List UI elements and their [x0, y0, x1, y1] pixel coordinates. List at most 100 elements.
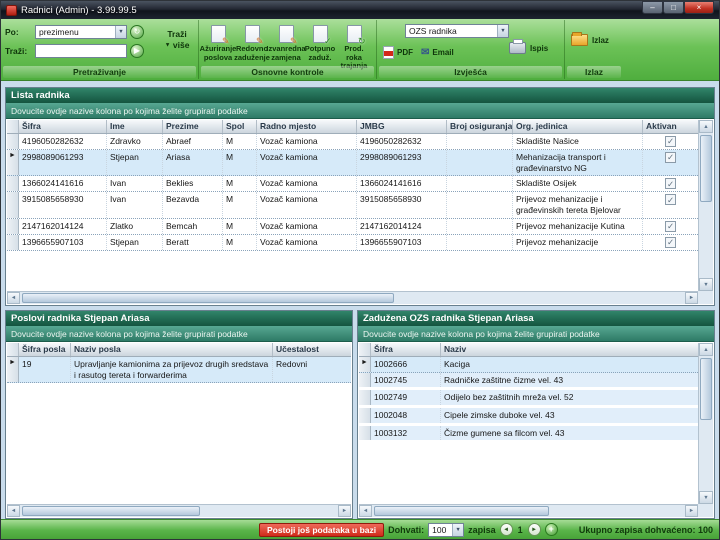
- scroll-left-button[interactable]: ◄: [7, 292, 20, 304]
- minimize-button[interactable]: –: [642, 1, 663, 14]
- scrollbar-track[interactable]: [699, 133, 713, 278]
- table-row[interactable]: 1366024141616 Ivan Beklies M Vozač kamio…: [7, 176, 698, 193]
- column-header-org-jedinica[interactable]: Org. jedinica: [513, 120, 643, 133]
- header-gutter: [359, 343, 371, 356]
- table-row[interactable]: 1003132 Čizme gumene sa filcom vel. 43: [359, 425, 698, 444]
- table-row-selected[interactable]: ► 19 Upravljanje kamionima za prijevoz d…: [7, 357, 351, 384]
- table-row[interactable]: 4196050282632 Zdravko Abraef M Vozač kam…: [7, 134, 698, 150]
- app-icon[interactable]: [6, 4, 17, 16]
- active-checkbox[interactable]: ✓: [665, 194, 676, 206]
- active-checkbox[interactable]: ✓: [665, 152, 676, 163]
- email-icon: ✉: [421, 46, 430, 58]
- records-label: zapisa: [468, 524, 496, 535]
- table-row[interactable]: 3915085658930 Ivan Bezavda M Vozač kamio…: [7, 192, 698, 219]
- column-header-naziv-posla[interactable]: Naziv posla: [71, 343, 273, 356]
- vertical-scrollbar[interactable]: ▲ ▼: [698, 120, 713, 291]
- scroll-down-button[interactable]: ▼: [699, 278, 713, 291]
- horizontal-scrollbar[interactable]: ◄ ►: [7, 291, 698, 304]
- header-gutter: [7, 120, 19, 133]
- exit-button[interactable]: Izlaz: [571, 32, 609, 46]
- print-button[interactable]: Ispis: [509, 39, 548, 54]
- column-header-sifra-posla[interactable]: Šifra posla: [19, 343, 71, 356]
- scroll-down-button[interactable]: ▼: [699, 491, 713, 504]
- table-row-selected[interactable]: ► 1002666 Kaciga: [359, 357, 698, 373]
- search-by-select[interactable]: prezimenu ▼: [35, 25, 127, 39]
- search-go-button[interactable]: ▶: [130, 44, 144, 58]
- search-more-button[interactable]: Traži ▼ više: [156, 29, 198, 52]
- table-row[interactable]: 1396655907103 Stjepan Beratt M Vozač kam…: [7, 234, 698, 251]
- column-header-ucestalost[interactable]: Učestalost: [273, 343, 351, 356]
- column-header-ime[interactable]: Ime: [107, 120, 163, 133]
- refresh-button[interactable]: ↻: [130, 25, 144, 39]
- jobs-group-by-bar[interactable]: Dovucite ovdje nazive kolona po kojima ž…: [6, 326, 352, 342]
- column-header-prezime[interactable]: Prezime: [163, 120, 223, 133]
- column-header-radno-mjesto[interactable]: Radno mjesto: [257, 120, 357, 133]
- scroll-up-button[interactable]: ▲: [699, 120, 713, 133]
- workers-group-by-bar[interactable]: Dovucite ovdje nazive kolona po kojima ž…: [6, 103, 714, 119]
- jobs-table: Šifra posla Naziv posla Učestalost ► 19 …: [7, 343, 351, 504]
- table-row[interactable]: 1002745 Radničke zaštitne čizme vel. 43: [359, 372, 698, 391]
- column-header-spol[interactable]: Spol: [223, 120, 257, 133]
- active-checkbox[interactable]: ✓: [665, 236, 676, 248]
- row-gutter: [359, 425, 371, 441]
- scrollbar-thumb[interactable]: [22, 293, 395, 303]
- table-row-selected[interactable]: ► 2998089061293 Stjepan Ariasa M Vozač k…: [7, 150, 698, 177]
- horizontal-scrollbar[interactable]: ◄ ►: [359, 504, 698, 517]
- email-button[interactable]: ✉ Email: [421, 46, 454, 58]
- prev-page-button[interactable]: ◄: [499, 523, 513, 536]
- extend-expiry-button[interactable]: ↻ Prod. roka trajanja: [337, 22, 371, 71]
- scrollbar-track[interactable]: [20, 292, 685, 304]
- horizontal-scrollbar[interactable]: ◄ ►: [7, 504, 351, 517]
- search-group-label: Pretraživanje: [3, 66, 196, 78]
- scroll-right-button[interactable]: ►: [685, 505, 698, 517]
- active-checkbox[interactable]: ✓: [665, 136, 676, 147]
- scrollbar-track[interactable]: [699, 356, 713, 491]
- scrollbar-thumb[interactable]: [22, 506, 201, 516]
- scrollbar-track[interactable]: [372, 505, 685, 517]
- table-row[interactable]: 2147162014124 Zlatko Bemcah M Vozač kami…: [7, 218, 698, 235]
- next-page-button[interactable]: ►: [527, 523, 541, 536]
- ozs-group-by-bar[interactable]: Dovucite ovdje nazive kolona po kojima ž…: [358, 326, 714, 342]
- scrollbar-thumb[interactable]: [700, 135, 712, 202]
- regular-assignment-button[interactable]: ✎ Redovno zaduženje: [234, 22, 270, 71]
- maximize-icon: □: [671, 2, 676, 12]
- pdf-button[interactable]: PDF: [383, 46, 413, 59]
- table-row[interactable]: 1002048 Cipele zimske duboke vel. 43: [359, 407, 698, 426]
- update-jobs-button[interactable]: ✎ Ažuriranje poslova: [200, 22, 236, 71]
- search-input[interactable]: [35, 44, 127, 58]
- column-header-naziv[interactable]: Naziv: [441, 343, 698, 356]
- maximize-button[interactable]: □: [663, 1, 684, 14]
- workers-table: Šifra Ime Prezime Spol Radno mjesto JMBG…: [7, 120, 698, 291]
- chevron-down-icon: ▼: [497, 25, 508, 37]
- column-header-sifra[interactable]: Šifra: [371, 343, 441, 356]
- active-checkbox[interactable]: ✓: [665, 178, 676, 190]
- full-assignment-button[interactable]: ✓ Potpuno zaduž.: [303, 22, 337, 71]
- column-header-broj-osiguranja[interactable]: Broj osiguranja: [447, 120, 513, 133]
- selected-row-arrow-icon: ►: [361, 359, 368, 366]
- scrollbar-thumb[interactable]: [700, 358, 712, 421]
- scrollbar-thumb[interactable]: [374, 506, 550, 516]
- minimize-icon: –: [650, 2, 655, 12]
- extraordinary-replacement-button[interactable]: ✎ Izvanredna zamjena: [266, 22, 306, 71]
- exit-group: Izlaz Izlaz: [565, 20, 623, 79]
- chevron-down-icon: ▼: [452, 523, 464, 536]
- scroll-left-button[interactable]: ◄: [359, 505, 372, 517]
- scroll-right-button[interactable]: ►: [685, 292, 698, 304]
- fetch-count-select[interactable]: 100 ▼: [428, 522, 465, 537]
- column-header-jmbg[interactable]: JMBG: [357, 120, 447, 133]
- report-type-select[interactable]: OZS radnika ▼: [405, 24, 509, 38]
- table-row[interactable]: 1002749 Odijelo bez zaštitnih mreža vel.…: [359, 390, 698, 408]
- vertical-scrollbar[interactable]: ▲ ▼: [698, 343, 713, 504]
- active-checkbox[interactable]: ✓: [665, 220, 676, 232]
- scrollbar-track[interactable]: [20, 505, 338, 517]
- printer-icon: [509, 39, 526, 54]
- row-gutter: [7, 234, 19, 250]
- close-button[interactable]: ×: [684, 1, 714, 14]
- scroll-up-button[interactable]: ▲: [699, 343, 713, 356]
- arrow-left-icon: ◄: [10, 295, 17, 301]
- column-header-sifra[interactable]: Šifra: [19, 120, 107, 133]
- scroll-right-button[interactable]: ►: [338, 505, 351, 517]
- scroll-left-button[interactable]: ◄: [7, 505, 20, 517]
- column-header-aktivan[interactable]: Aktivan: [643, 120, 698, 133]
- fetch-more-button[interactable]: +: [544, 523, 558, 536]
